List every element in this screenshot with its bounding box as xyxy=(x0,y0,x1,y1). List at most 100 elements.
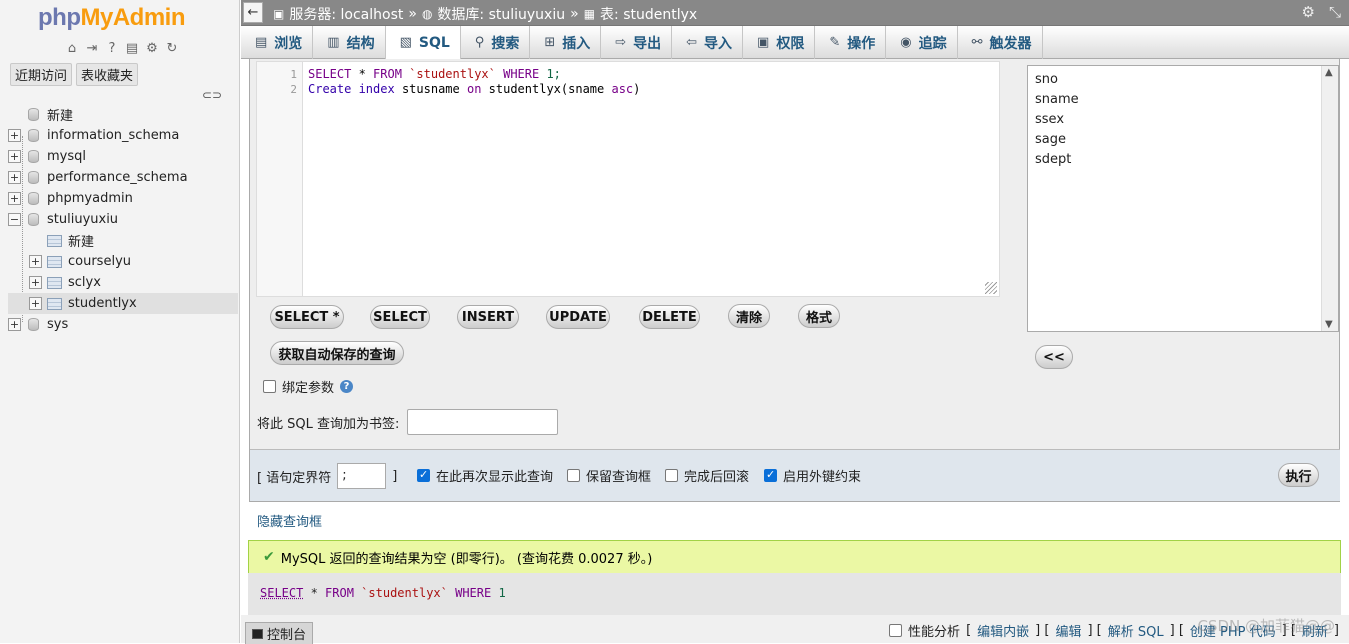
column-option[interactable]: ssex xyxy=(1035,112,1064,127)
expand-icon[interactable]: + xyxy=(8,150,21,163)
database-icon xyxy=(25,317,41,333)
column-option[interactable]: sdept xyxy=(1035,152,1071,167)
phpmyadmin-logo[interactable]: phpMyAdmin xyxy=(38,4,185,32)
insert-button[interactable]: INSERT xyxy=(457,305,519,329)
tree-table-studentlyx[interactable]: + studentlyx xyxy=(8,293,238,314)
tab-search[interactable]: ⚲ 搜索 xyxy=(461,26,531,59)
retain-box-option[interactable]: 保留查询框 xyxy=(567,466,651,485)
tab-operations[interactable]: ✎ 操作 xyxy=(815,26,887,59)
tab-privileges[interactable]: ▣ 权限 xyxy=(743,26,816,59)
tree-new-table[interactable]: 新建 xyxy=(8,230,238,251)
home-icon[interactable]: ⌂ xyxy=(64,40,80,56)
tab-sql[interactable]: ▧ SQL xyxy=(385,26,461,59)
breadcrumb-table[interactable]: 表: studentlyx xyxy=(600,4,697,24)
tree-db-information-schema[interactable]: + information_schema xyxy=(8,125,238,146)
explain-sql-link[interactable]: 解析 SQL xyxy=(1108,621,1164,640)
rollback-option[interactable]: 完成后回滚 xyxy=(665,466,749,485)
tab-insert[interactable]: ⊞ 插入 xyxy=(530,26,602,59)
tree-db-stuliuyuxiu[interactable]: − stuliuyuxiu xyxy=(8,209,238,230)
tab-export[interactable]: ⇨ 导出 xyxy=(601,26,673,59)
recent-tab[interactable]: 近期访问 xyxy=(10,63,73,86)
fk-checks-checkbox[interactable] xyxy=(764,468,777,482)
table-tabs: ▤ 浏览 ▥ 结构 ▧ SQL ⚲ 搜索 ⊞ 插入 ⇨ 导出 ⇦ 导入 ▣ 权限 ✎ 操作 ◉ 追踪… xyxy=(241,26,1349,59)
reload-icon[interactable]: ↻ xyxy=(164,40,180,56)
tab-triggers[interactable]: ⚯ 触发器 xyxy=(958,26,1043,59)
column-option[interactable]: sage xyxy=(1035,132,1066,147)
expand-icon[interactable]: + xyxy=(29,297,42,310)
expand-icon[interactable]: + xyxy=(29,255,42,268)
expand-icon[interactable]: + xyxy=(8,318,21,331)
database-icon xyxy=(25,191,41,207)
insert-icon: ⊞ xyxy=(544,35,556,50)
logout-icon[interactable]: ⇥ xyxy=(84,40,100,56)
insert-column-button[interactable]: << xyxy=(1035,345,1073,369)
breadcrumb-server[interactable]: 服务器: localhost xyxy=(289,4,403,24)
export-icon: ⇨ xyxy=(615,35,627,50)
collapse-icon[interactable]: − xyxy=(8,213,21,226)
settings-gear-icon[interactable]: ⚙ xyxy=(1302,3,1315,21)
column-list-scrollbar[interactable]: ▲ ▼ xyxy=(1321,66,1338,331)
tab-structure[interactable]: ▥ 结构 xyxy=(313,26,386,59)
hide-query-box-link[interactable]: 隐藏查询框 xyxy=(257,511,322,530)
column-option[interactable]: sname xyxy=(1035,92,1079,107)
tree-db-performance-schema[interactable]: + performance_schema xyxy=(8,167,238,188)
tab-tracking[interactable]: ◉ 追踪 xyxy=(886,26,958,59)
collapse-icon[interactable]: ⤡ xyxy=(1329,3,1341,21)
executed-sql: SELECT * FROM `studentlyx` WHERE 1 xyxy=(248,573,1341,615)
tree-table-sclyx[interactable]: + sclyx xyxy=(8,272,238,293)
profiling-checkbox[interactable] xyxy=(889,624,903,637)
update-button[interactable]: UPDATE xyxy=(546,305,610,329)
navigation-panel: phpMyAdmin ⌂ ⇥ ? ▤ ⚙ ↻ 近期访问 表收藏夹 ⊂⊃ 新建 +… xyxy=(0,0,240,643)
tree-db-sys[interactable]: + sys xyxy=(8,314,238,335)
expand-icon[interactable]: + xyxy=(29,276,42,289)
database-icon xyxy=(25,212,41,228)
column-list[interactable]: sno sname ssex sage sdept ▲ ▼ xyxy=(1027,65,1339,332)
go-button[interactable]: 执行 xyxy=(1278,463,1319,487)
table-icon xyxy=(46,275,62,291)
get-autosaved-query-button[interactable]: 获取自动保存的查询 xyxy=(270,341,404,365)
chevron-down-icon[interactable]: ▼ xyxy=(1325,319,1333,330)
breadcrumb-database[interactable]: 数据库: stuliuyuxiu xyxy=(437,4,565,24)
delimiter-input[interactable]: ; xyxy=(337,463,387,489)
expand-icon[interactable]: + xyxy=(8,171,21,184)
expand-icon[interactable]: + xyxy=(8,192,21,205)
console-button[interactable]: 控制台 xyxy=(245,622,314,644)
expand-icon[interactable]: + xyxy=(8,129,21,142)
show-again-checkbox[interactable] xyxy=(417,468,430,482)
editor-line-1: SELECT * FROM `studentlyx` WHERE 1; xyxy=(308,67,561,81)
fk-checks-option[interactable]: 启用外键约束 xyxy=(764,466,861,485)
editor-resize-handle[interactable] xyxy=(985,282,997,294)
help-icon[interactable]: ? xyxy=(104,40,120,56)
clear-button[interactable]: 清除 xyxy=(728,304,770,328)
delete-button[interactable]: DELETE xyxy=(639,305,700,329)
select-star-button[interactable]: SELECT * xyxy=(270,305,344,329)
column-option[interactable]: sno xyxy=(1035,72,1058,87)
tree-db-phpmyadmin[interactable]: + phpmyadmin xyxy=(8,188,238,209)
select-button[interactable]: SELECT xyxy=(370,305,430,329)
help-icon[interactable]: ? xyxy=(340,380,354,393)
collapse-nav-button[interactable]: ← xyxy=(243,2,263,23)
edit-inline-link[interactable]: 编辑内嵌 xyxy=(977,621,1029,640)
chevron-up-icon[interactable]: ▲ xyxy=(1325,67,1333,78)
table-icon xyxy=(46,296,62,312)
retain-box-checkbox[interactable] xyxy=(567,469,580,482)
sql-editor[interactable]: 1 2 SELECT * FROM `studentlyx` WHERE 1; … xyxy=(256,61,1000,297)
show-query-again-option[interactable]: 在此再次显示此查询 xyxy=(417,466,553,485)
docs-icon[interactable]: ▤ xyxy=(124,40,140,56)
gear-icon[interactable]: ⚙ xyxy=(144,40,160,56)
link-icon[interactable]: ⊂⊃ xyxy=(202,88,222,102)
format-button[interactable]: 格式 xyxy=(798,304,840,328)
tab-import[interactable]: ⇦ 导入 xyxy=(672,26,744,59)
nav-quick-icons: ⌂ ⇥ ? ▤ ⚙ ↻ xyxy=(64,40,180,56)
tree-db-mysql[interactable]: + mysql xyxy=(8,146,238,167)
edit-link[interactable]: 编辑 xyxy=(1055,621,1081,640)
tree-table-courselyu[interactable]: + courselyu xyxy=(8,251,238,272)
favorites-tab[interactable]: 表收藏夹 xyxy=(76,63,139,86)
tree-new-database[interactable]: 新建 xyxy=(8,104,238,125)
table-icon: ▦ xyxy=(583,7,596,21)
bookmark-input[interactable] xyxy=(407,409,559,435)
import-icon: ⇦ xyxy=(686,35,698,50)
tab-browse[interactable]: ▤ 浏览 xyxy=(241,26,314,59)
rollback-checkbox[interactable] xyxy=(665,469,678,482)
bind-parameters-checkbox[interactable] xyxy=(263,380,276,393)
